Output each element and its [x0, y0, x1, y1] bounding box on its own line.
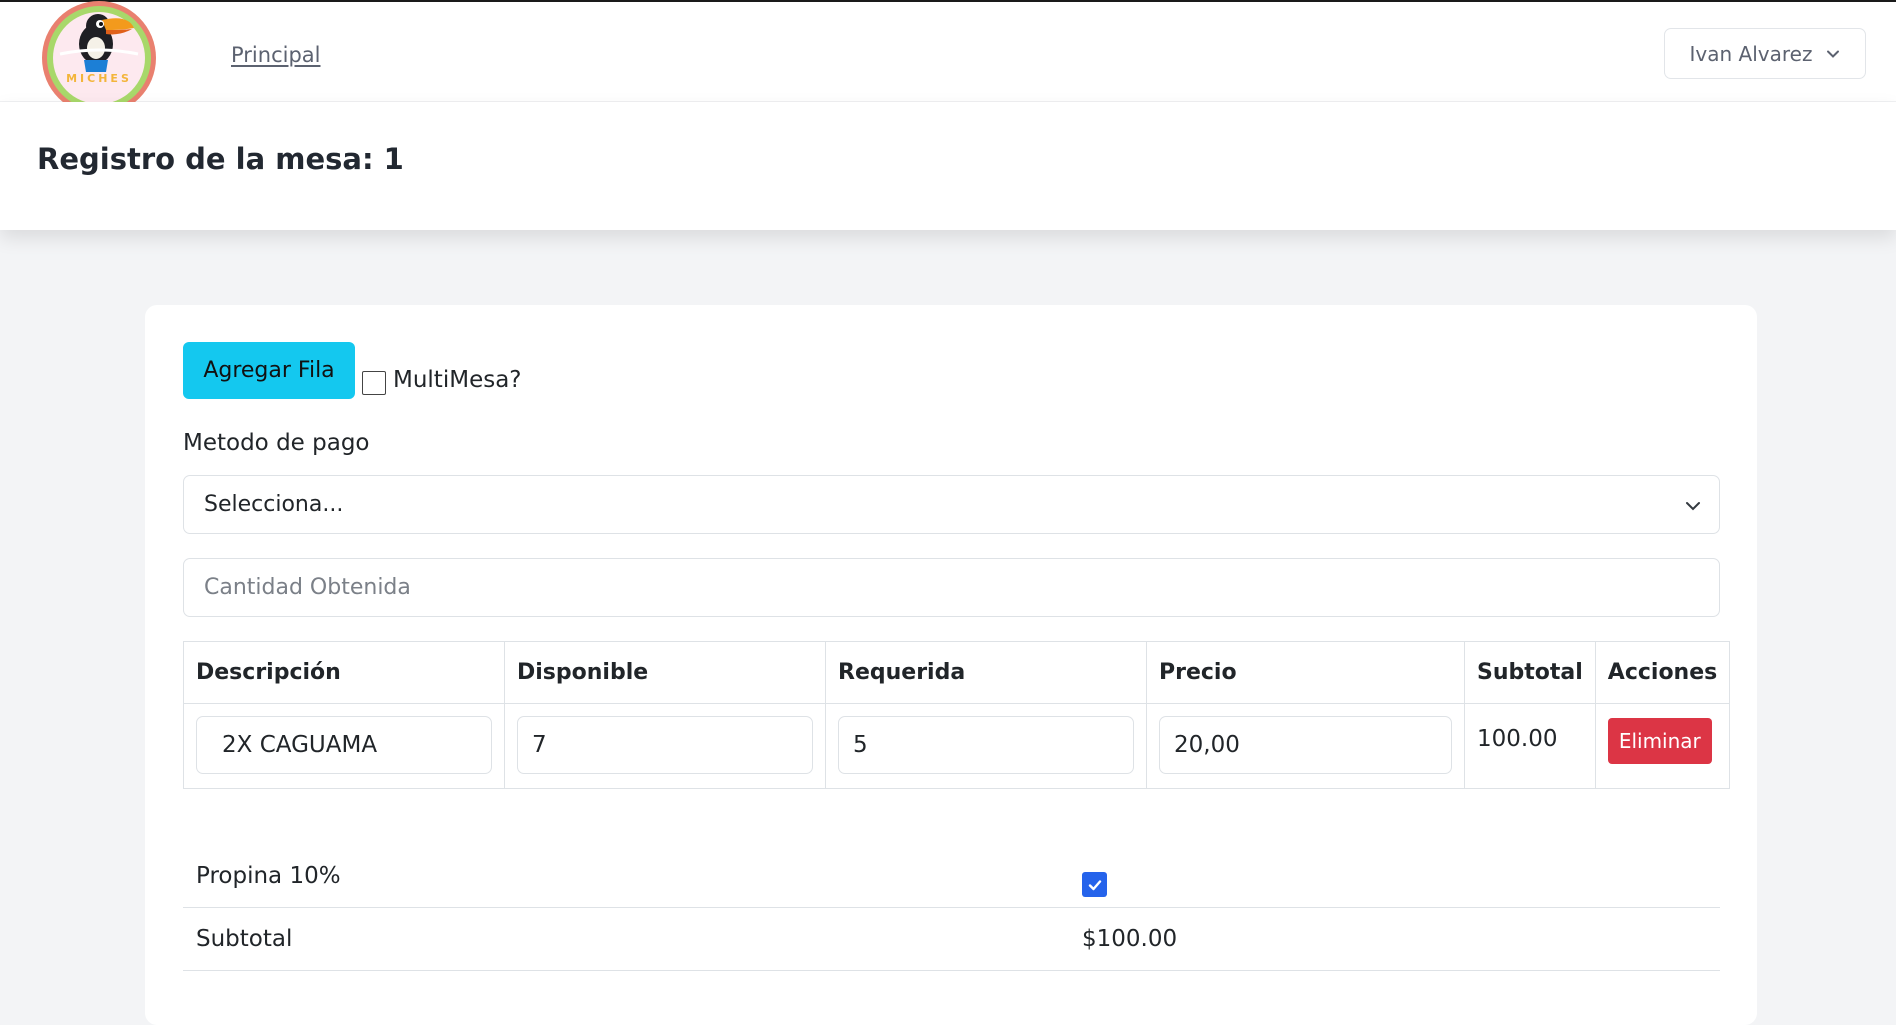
order-card: Agregar Fila MultiMesa? Metodo de pago S…	[145, 305, 1757, 1025]
tip-label: Propina 10%	[196, 863, 341, 889]
column-header: Subtotal	[1464, 641, 1596, 704]
subtotal-label: Subtotal	[196, 926, 293, 952]
column-header: Descripción	[183, 641, 505, 704]
column-header: Acciones	[1594, 641, 1731, 704]
page-header: Registro de la mesa: 1	[0, 102, 1896, 230]
price-input[interactable]: 20,00	[1159, 716, 1452, 774]
payment-method-value: Selecciona...	[204, 492, 344, 517]
multimesa-checkbox[interactable]	[362, 371, 386, 395]
top-navbar: MICHES Principal Ivan Alvarez	[0, 0, 1896, 115]
amount-received-input[interactable]: Cantidad Obtenida	[183, 558, 1720, 617]
page-title: Registro de la mesa: 1	[37, 142, 404, 176]
chevron-down-icon	[1827, 50, 1840, 58]
column-header: Requerida	[825, 641, 1147, 704]
subtotal-value: $100.00	[1082, 926, 1178, 952]
table-row: 2X CAGUAMA 7 5 20,00 100.00 Eliminar	[183, 703, 1731, 789]
column-header: Disponible	[504, 641, 826, 704]
payment-method-select[interactable]: Selecciona...	[183, 475, 1720, 534]
add-row-button[interactable]: Agregar Fila	[183, 342, 355, 399]
table-header-row: Descripción Disponible Requerida Precio …	[183, 641, 1731, 704]
required-input[interactable]: 5	[838, 716, 1134, 774]
logo-text: MICHES	[66, 72, 132, 85]
totals-section: Propina 10% Subtotal $100.00	[183, 845, 1720, 971]
chevron-down-icon	[1686, 502, 1700, 511]
checkmark-icon	[1088, 879, 1101, 890]
nav-link-principal[interactable]: Principal	[231, 43, 321, 67]
amount-received-placeholder: Cantidad Obtenida	[204, 575, 411, 600]
payment-method-label: Metodo de pago	[183, 430, 370, 456]
tip-row: Propina 10%	[183, 845, 1720, 908]
multimesa-label: MultiMesa?	[393, 367, 522, 393]
subtotal-row: Subtotal $100.00	[183, 908, 1720, 971]
available-input[interactable]: 7	[517, 716, 813, 774]
column-header: Precio	[1146, 641, 1465, 704]
brand-logo[interactable]: MICHES	[36, 0, 162, 116]
products-table: Descripción Disponible Requerida Precio …	[183, 641, 1731, 789]
tip-checkbox[interactable]	[1082, 872, 1107, 897]
delete-row-button[interactable]: Eliminar	[1607, 718, 1712, 764]
user-name: Ivan Alvarez	[1689, 41, 1813, 66]
user-menu-dropdown[interactable]: Ivan Alvarez	[1664, 28, 1866, 79]
row-subtotal: 100.00	[1477, 726, 1558, 752]
description-input[interactable]: 2X CAGUAMA	[196, 716, 492, 774]
